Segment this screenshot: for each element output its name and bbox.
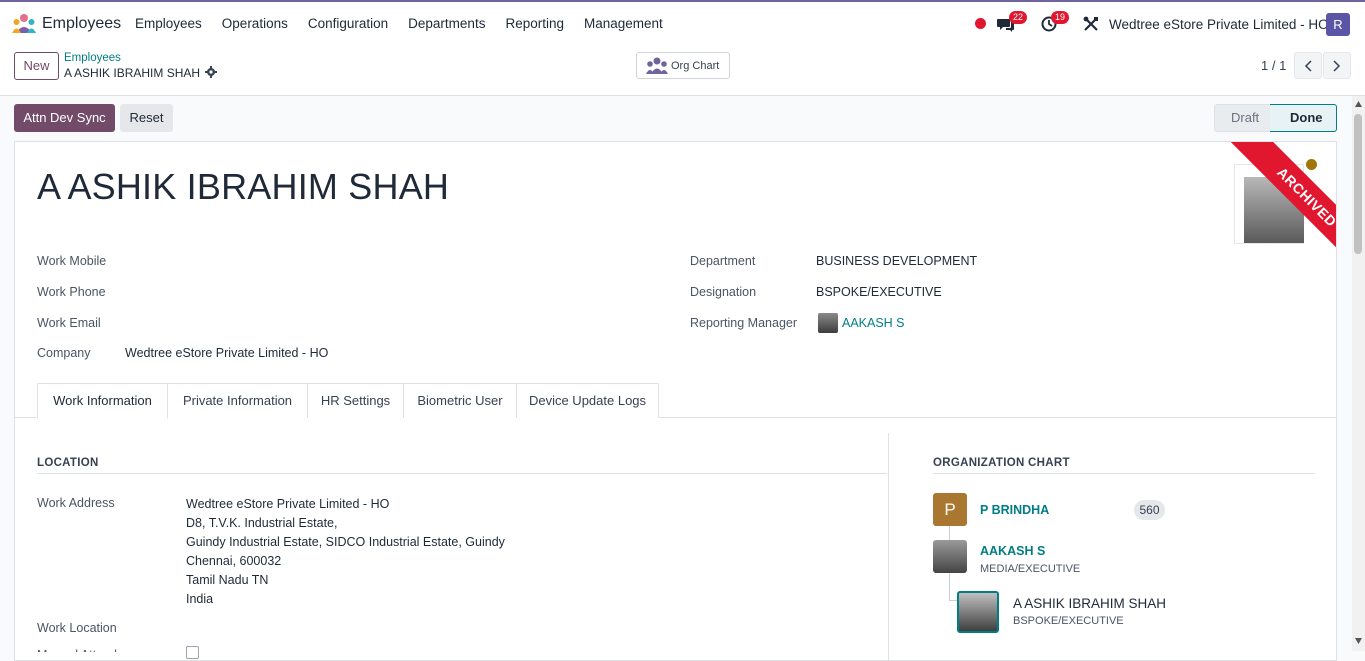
app-name[interactable]: Employees (42, 15, 121, 33)
work-phone-label: Work Phone (37, 285, 106, 299)
status-done[interactable]: Done (1270, 104, 1337, 132)
reporting-manager-field[interactable]: AAKASH S (842, 316, 905, 330)
control-panel: New Employees A ASHIK IBRAHIM SHAH Org C… (0, 46, 1365, 96)
address-line: Guindy Industrial Estate, SIDCO Industri… (186, 535, 505, 549)
location-section-title: LOCATION (37, 457, 99, 469)
org-manager-avatar[interactable] (933, 540, 967, 573)
address-line: D8, T.V.K. Industrial Estate, (186, 516, 338, 530)
department-label: Department (690, 254, 756, 268)
work-mobile-label: Work Mobile (37, 254, 107, 268)
menu-employees[interactable]: Employees (135, 16, 202, 31)
org-manager-job: MEDIA/EXECUTIVE (980, 563, 1081, 575)
scroll-up-arrow-icon[interactable] (1355, 101, 1362, 107)
tab-biometric-user[interactable]: Biometric User (403, 383, 517, 418)
menu-management[interactable]: Management (584, 16, 663, 31)
chevron-right-icon (1333, 60, 1341, 72)
menu-departments[interactable]: Departments (408, 16, 485, 31)
new-button[interactable]: New (14, 52, 59, 80)
org-chart-divider (933, 473, 1315, 474)
org-chart-button[interactable]: Org Chart (636, 52, 730, 79)
org-chart-people-icon (646, 57, 668, 74)
company-field[interactable]: Wedtree eStore Private Limited - HO (125, 346, 328, 360)
org-self-name: A ASHIK IBRAHIM SHAH (1013, 596, 1167, 611)
breadcrumb-current-record: A ASHIK IBRAHIM SHAH (64, 66, 201, 80)
scrollbar-thumb[interactable] (1354, 114, 1362, 254)
menu-reporting[interactable]: Reporting (505, 16, 564, 31)
org-manager-name[interactable]: AAKASH S (980, 544, 1045, 558)
gear-icon[interactable] (205, 66, 217, 78)
org-connector (949, 573, 950, 601)
reporting-manager-label: Reporting Manager (690, 316, 798, 330)
top-navbar: Employees Employees Operations Configura… (0, 0, 1365, 46)
activity-count-badge: 19 (1051, 11, 1070, 24)
archived-ribbon-label: ARCHIVED (1229, 142, 1336, 275)
org-chart-label: Org Chart (671, 60, 720, 72)
work-location-label: Work Location (37, 621, 117, 635)
manager-avatar (818, 313, 838, 333)
pager-previous-button[interactable] (1294, 52, 1322, 79)
org-top-name[interactable]: P BRINDHA (980, 503, 1049, 517)
notebook-tabs: Work Information Private Information HR … (15, 383, 1336, 419)
org-self-avatar (957, 591, 999, 633)
tab-work-information[interactable]: Work Information (37, 383, 168, 419)
main-menu: Employees Operations Configuration Depar… (135, 16, 683, 31)
page-scrollbar[interactable] (1352, 96, 1365, 651)
form-sheet: A ASHIK IBRAHIM SHAH ARCHIVED Work Mobil… (14, 141, 1337, 661)
org-self-job: BSPOKE/EXECUTIVE (1013, 615, 1124, 627)
breadcrumb-employees[interactable]: Employees (64, 52, 121, 64)
recording-indicator-icon[interactable] (975, 18, 986, 29)
user-avatar[interactable]: R (1326, 13, 1350, 36)
company-label: Company (37, 346, 91, 360)
designation-field[interactable]: BSPOKE/EXECUTIVE (816, 285, 942, 299)
address-line: India (186, 592, 214, 606)
org-chart-section-title: ORGANIZATION CHART (933, 457, 1070, 469)
work-address-value[interactable]: Wedtree eStore Private Limited - HO D8, … (186, 495, 505, 609)
menu-operations[interactable]: Operations (222, 16, 288, 31)
chevron-left-icon (1304, 60, 1312, 72)
attn-dev-sync-button[interactable]: Attn Dev Sync (14, 104, 115, 132)
menu-configuration[interactable]: Configuration (308, 16, 388, 31)
tab-hr-settings[interactable]: HR Settings (307, 383, 404, 418)
org-connector (949, 526, 950, 540)
manual-attendance-checkbox[interactable] (186, 646, 199, 659)
work-email-label: Work Email (37, 316, 101, 330)
org-subordinate-count-badge[interactable]: 560 (1134, 500, 1165, 520)
reset-button[interactable]: Reset (120, 104, 173, 132)
column-divider (888, 433, 889, 660)
company-switcher[interactable]: Wedtree eStore Private Limited - HO (1109, 17, 1329, 32)
org-connector (949, 600, 957, 601)
address-line: Chennai, 600032 (186, 554, 282, 568)
presence-status-icon (1306, 159, 1317, 170)
pager-value[interactable]: 1 / 1 (1261, 58, 1286, 73)
employee-name[interactable]: A ASHIK IBRAHIM SHAH (37, 166, 449, 208)
designation-label: Designation (690, 285, 757, 299)
work-address-label: Work Address (37, 496, 115, 510)
chat-count-badge: 22 (1009, 11, 1028, 24)
department-field[interactable]: BUSINESS DEVELOPMENT (816, 254, 977, 268)
scroll-down-arrow-icon[interactable] (1355, 638, 1362, 644)
employees-app-icon[interactable] (12, 13, 36, 35)
address-line: Tamil Nadu TN (186, 573, 269, 587)
debug-tools-icon[interactable] (1083, 16, 1099, 32)
status-bar: Draft Done (1214, 104, 1337, 132)
tab-device-update-logs[interactable]: Device Update Logs (516, 383, 659, 418)
location-divider (37, 473, 887, 474)
address-line: Wedtree eStore Private Limited - HO (186, 497, 390, 511)
pager-next-button[interactable] (1323, 52, 1351, 79)
org-top-avatar[interactable]: P (933, 493, 967, 526)
tab-private-information[interactable]: Private Information (167, 383, 308, 418)
